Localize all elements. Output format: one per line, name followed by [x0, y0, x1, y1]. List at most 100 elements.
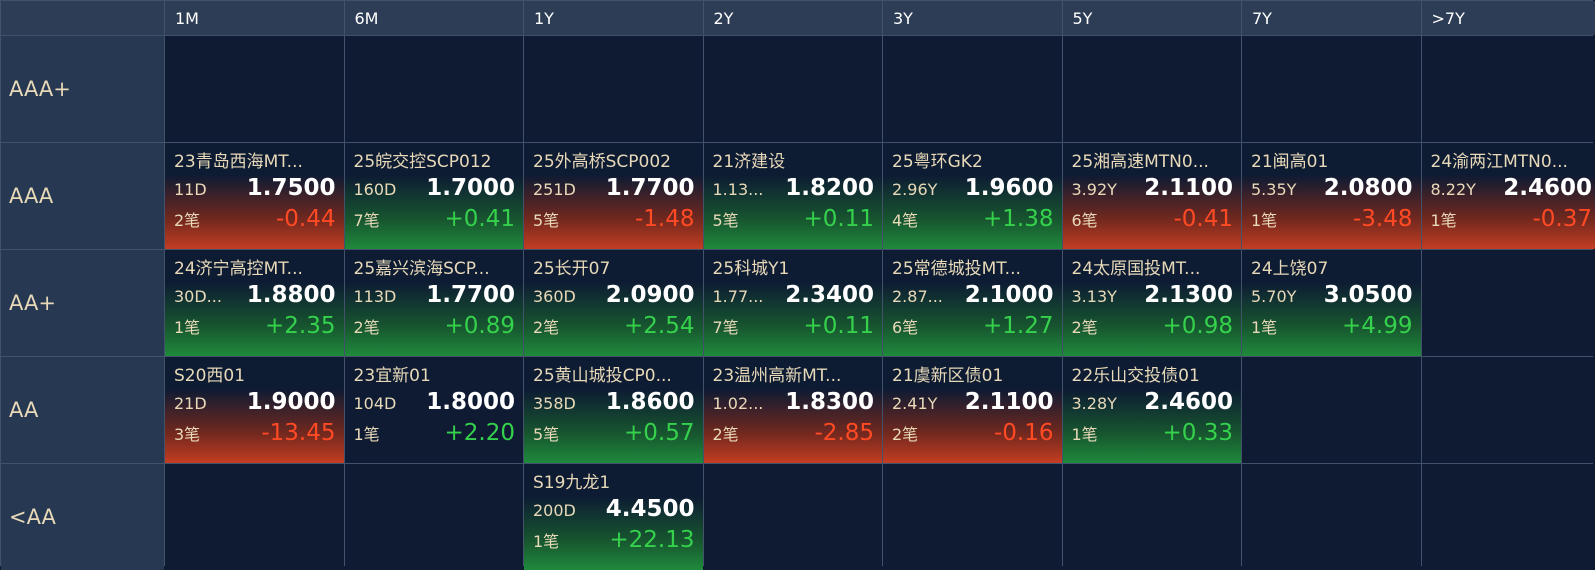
col-header-over-7y[interactable]: >7Y [1422, 1, 1595, 35]
bond-count-change-line: 1笔-0.37 [1431, 206, 1593, 237]
rating-row-label: AAA+ [1, 36, 164, 142]
empty-cell [704, 36, 883, 142]
bond-cell[interactable]: 21闽高015.35Y2.08001笔-3.48 [1242, 143, 1421, 249]
trade-count: 7笔 [713, 314, 739, 338]
empty-cell [704, 464, 883, 570]
bond-yield: 1.8800 [247, 282, 336, 308]
bond-name: 24济宁高控MT... [174, 256, 336, 282]
bond-name: 25常德城投MT... [892, 256, 1054, 282]
bond-term-yield-line: 8.22Y2.4600 [1431, 175, 1593, 206]
empty-cell [1242, 357, 1421, 463]
trade-count: 5笔 [533, 207, 559, 231]
bond-cell[interactable]: 23温州高新MT...1.02...1.83002笔-2.85 [704, 357, 883, 463]
bond-cell[interactable]: 21济建设1.13...1.82005笔+0.11 [704, 143, 883, 249]
bond-cell[interactable]: 25科城Y11.77...2.34007笔+0.11 [704, 250, 883, 356]
bond-cell[interactable]: 24太原国投MT...3.13Y2.13002笔+0.98 [1063, 250, 1242, 356]
col-header-1m[interactable]: 1M [165, 1, 344, 35]
bond-cell[interactable]: S20西0121D1.90003笔-13.45 [165, 357, 344, 463]
bond-cell[interactable]: 25湘高速MTN0...3.92Y2.11006笔-0.41 [1063, 143, 1242, 249]
bond-term-yield-line: 360D2.0900 [533, 282, 695, 313]
bond-name: S19九龙1 [533, 470, 695, 496]
trade-count: 1笔 [533, 528, 559, 552]
bond-count-change-line: 2笔-0.44 [174, 206, 336, 237]
bond-name: 25科城Y1 [713, 256, 875, 282]
bond-term-yield-line: 113D1.7700 [354, 282, 516, 313]
yield-change: +1.38 [983, 206, 1053, 232]
trade-count: 1笔 [1072, 421, 1098, 445]
trade-count: 2笔 [354, 314, 380, 338]
bond-yield: 2.1000 [965, 282, 1054, 308]
col-header-7y[interactable]: 7Y [1242, 1, 1421, 35]
bond-term-yield-line: 30D... 1.8800 [174, 282, 336, 313]
bond-term-yield-line: 2.41Y2.1100 [892, 389, 1054, 420]
yield-change: +0.41 [445, 206, 515, 232]
bond-count-change-line: 2笔+0.98 [1072, 313, 1234, 344]
bond-cell[interactable]: 22乐山交投债013.28Y2.46001笔+0.33 [1063, 357, 1242, 463]
bond-count-change-line: 5笔 +0.57 [533, 420, 695, 451]
bond-count-change-line: 1笔+2.35 [174, 313, 336, 344]
yield-change: +0.57 [624, 420, 694, 446]
bond-cell[interactable]: 25外高桥SCP002251D1.77005笔-1.48 [524, 143, 703, 249]
bond-cell[interactable]: 25皖交控SCP012160D1.70007笔+0.41 [345, 143, 524, 249]
empty-cell [883, 36, 1062, 142]
bond-yield: 2.0800 [1324, 175, 1413, 201]
bond-name: 23青岛西海MT... [174, 149, 336, 175]
empty-cell [165, 36, 344, 142]
col-header-5y[interactable]: 5Y [1063, 1, 1242, 35]
bond-cell[interactable]: S19九龙1200D4.45001笔+22.13 [524, 464, 703, 570]
trade-count: 5笔 [533, 421, 559, 445]
bond-count-change-line: 1笔+22.13 [533, 527, 695, 558]
bond-cell[interactable]: 24渝两江MTN0...8.22Y2.46001笔-0.37 [1422, 143, 1595, 249]
bond-cell[interactable]: 25黄山城投CP0...358D1.86005笔+0.57 [524, 357, 703, 463]
bond-cell[interactable]: 25粤环GK22.96Y1.96004笔+1.38 [883, 143, 1062, 249]
bond-term: 200D [533, 501, 576, 520]
bond-term: 113D [354, 287, 397, 306]
empty-cell [345, 36, 524, 142]
bond-name: 25黄山城投CP0... [533, 363, 695, 389]
yield-change: -3.48 [1353, 206, 1413, 232]
bond-term-yield-line: 1.77...2.3400 [713, 282, 875, 313]
bond-term-yield-line: 5.35Y 2.0800 [1251, 175, 1413, 206]
bond-term: 1.13... [713, 180, 764, 199]
bond-cell[interactable]: 23宜新01104D1.80001笔+2.20 [345, 357, 524, 463]
bond-yield: 1.8600 [606, 389, 695, 415]
bond-cell[interactable]: 25常德城投MT...2.87...2.10006笔+1.27 [883, 250, 1062, 356]
trade-count: 2笔 [533, 314, 559, 338]
rating-row-label: AA+ [1, 250, 164, 356]
col-header-1y[interactable]: 1Y [524, 1, 703, 35]
bond-count-change-line: 3笔-13.45 [174, 420, 336, 451]
bond-yield: 1.7700 [606, 175, 695, 201]
empty-cell [1242, 464, 1421, 570]
empty-cell [1063, 36, 1242, 142]
bond-cell[interactable]: 21虞新区债012.41Y2.11002笔-0.16 [883, 357, 1062, 463]
col-header-3y[interactable]: 3Y [883, 1, 1062, 35]
bond-name: 21闽高01 [1251, 149, 1413, 175]
bond-name: 23宜新01 [354, 363, 516, 389]
bond-cell[interactable]: 25长开07360D2.09002笔+2.54 [524, 250, 703, 356]
trade-count: 1笔 [1431, 207, 1457, 231]
bond-cell[interactable]: 25嘉兴滨海SCP...113D1.77002笔+0.89 [345, 250, 524, 356]
bond-cell[interactable]: 23青岛西海MT...11D1.75002笔-0.44 [165, 143, 344, 249]
empty-cell [1063, 464, 1242, 570]
bond-term-yield-line: 11D1.7500 [174, 175, 336, 206]
bond-term-yield-line: 1.02...1.8300 [713, 389, 875, 420]
bond-yield: 2.4600 [1503, 175, 1592, 201]
bond-term: 5.35Y [1251, 180, 1296, 199]
yield-change: -0.44 [276, 206, 336, 232]
yield-change: +0.98 [1163, 313, 1233, 339]
col-header-2y[interactable]: 2Y [704, 1, 883, 35]
bond-term-yield-line: 251D1.7700 [533, 175, 695, 206]
trade-count: 4笔 [892, 207, 918, 231]
bond-name: 24太原国投MT... [1072, 256, 1234, 282]
bond-count-change-line: 1笔+2.20 [354, 420, 516, 451]
bond-term: 2.96Y [892, 180, 937, 199]
bond-count-change-line: 1笔+0.33 [1072, 420, 1234, 451]
bond-cell[interactable]: 24上饶075.70Y3.05001笔+4.99 [1242, 250, 1421, 356]
trade-count: 7笔 [354, 207, 380, 231]
yield-change: -0.41 [1173, 206, 1233, 232]
bond-cell[interactable]: 24济宁高控MT... 30D... 1.8800 1笔+2.35 [165, 250, 344, 356]
bond-term: 30D... [174, 287, 222, 306]
trade-count: 6笔 [892, 314, 918, 338]
bond-term-yield-line: 3.28Y2.4600 [1072, 389, 1234, 420]
col-header-6m[interactable]: 6M [345, 1, 524, 35]
